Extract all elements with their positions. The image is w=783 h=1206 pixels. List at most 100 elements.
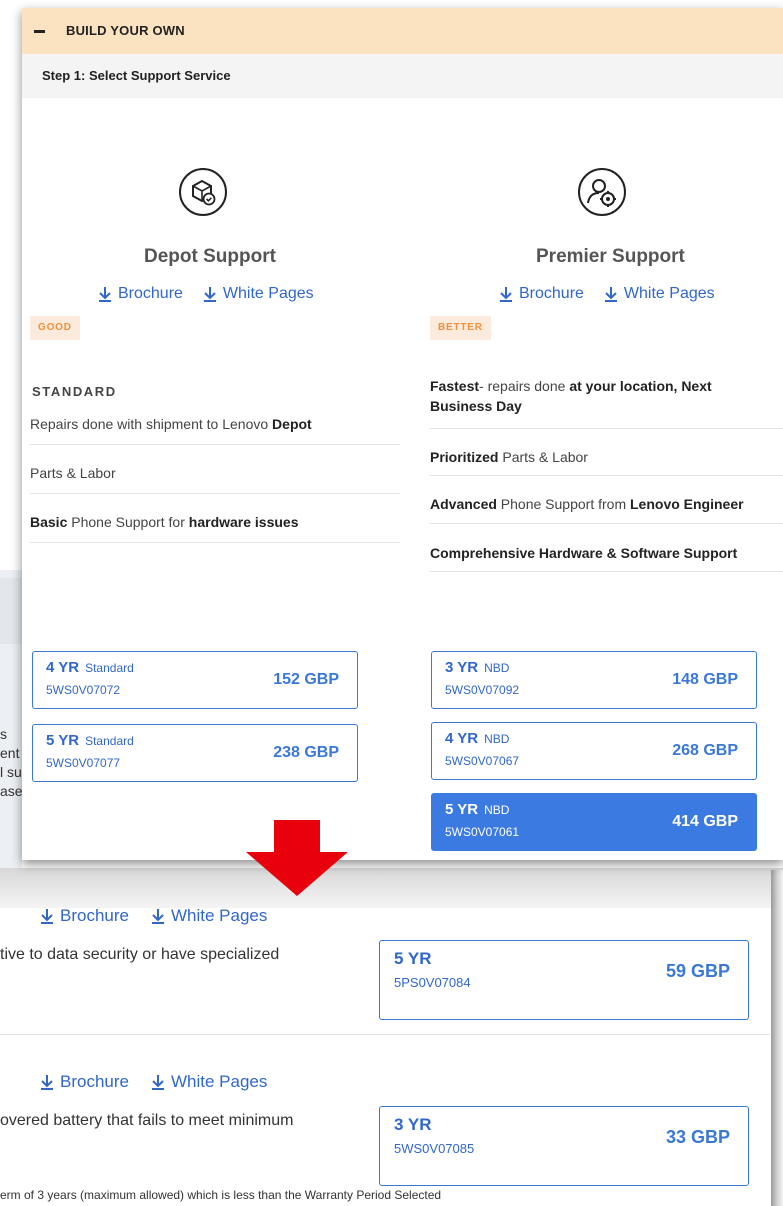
download-icon: [41, 909, 53, 924]
feature-bold: Basic: [30, 514, 68, 530]
tier-badge-better: BETTER: [430, 316, 491, 340]
background-text-fragment: ent: [0, 745, 20, 761]
premier-support-links: Brochure White Pages: [499, 285, 715, 303]
option-years: 4 YR NBD: [445, 730, 510, 747]
premier-feature: Prioritized Parts & Labor: [430, 449, 588, 465]
feature-divider: [430, 428, 783, 429]
step-bar: Step 1: Select Support Service: [22, 54, 783, 98]
option-years: 3 YR: [394, 1115, 432, 1134]
section-1-option-card[interactable]: 5 YR 5PS0V07084 59 GBP: [379, 940, 749, 1020]
option-part-number: 5PS0V07084: [394, 975, 471, 990]
step-label: Step 1: Select Support Service: [42, 68, 231, 83]
feature-bold: Depot: [272, 416, 312, 432]
person-gear-icon: [578, 168, 626, 216]
option-part-number: 5WS0V07072: [46, 683, 121, 697]
option-kind: NBD: [484, 661, 510, 675]
download-icon: [500, 287, 512, 302]
premier-option-3yr[interactable]: 3 YR NBD 5WS0V07092 148 GBP: [431, 651, 757, 709]
feature-divider: [30, 542, 400, 543]
premier-feature: Fastest- repairs done at your location, …: [430, 376, 770, 416]
white-pages-link-label: White Pages: [170, 906, 268, 925]
feature-bold: hardware issues: [188, 514, 299, 530]
depot-support-title: Depot Support: [144, 246, 276, 267]
background-scrollbar[interactable]: [771, 870, 783, 1206]
brochure-link-label: Brochure: [118, 285, 183, 302]
section-2-links: Brochure White Pages: [40, 1072, 267, 1092]
feature-text: - repairs done: [479, 378, 570, 394]
feature-bold: Fastest: [430, 378, 480, 394]
white-pages-link[interactable]: White Pages: [203, 285, 314, 303]
feature-text: Parts & Labor: [30, 465, 116, 481]
brochure-link[interactable]: Brochure: [40, 1072, 129, 1092]
white-pages-link[interactable]: White Pages: [151, 1072, 267, 1092]
option-price: 33 GBP: [665, 1127, 730, 1147]
option-years: 5 YR: [394, 949, 432, 968]
section-1-links: Brochure White Pages: [40, 906, 267, 926]
feature-bold: Prioritized: [430, 449, 499, 465]
brochure-link-label: Brochure: [60, 906, 129, 925]
background-text-fragment: ase: [0, 783, 22, 799]
download-icon: [203, 287, 216, 302]
build-your-own-panel: BUILD YOUR OWN Step 1: Select Support Se…: [22, 8, 783, 860]
background-section-divider: [0, 868, 783, 908]
depot-feature: Parts & Labor: [30, 465, 116, 481]
tier-badge-good: GOOD: [30, 316, 80, 340]
option-years: 5 YR NBD: [445, 801, 510, 818]
white-pages-link-label: White Pages: [170, 1072, 268, 1091]
red-down-arrow-icon: [246, 820, 348, 896]
depot-feature: Basic Phone Support for hardware issues: [30, 514, 299, 530]
collapse-icon[interactable]: [34, 30, 45, 33]
premier-option-5yr-selected[interactable]: 5 YR NBD 5WS0V07061 414 GBP: [431, 793, 757, 851]
depot-support-links: Brochure White Pages: [98, 285, 314, 303]
premier-option-4yr[interactable]: 4 YR NBD 5WS0V07067 268 GBP: [431, 722, 757, 780]
feature-divider: [430, 475, 783, 476]
option-kind: Standard: [85, 661, 134, 675]
premier-support-title: Premier Support: [536, 246, 685, 267]
feature-divider: [30, 493, 400, 494]
brochure-link-label: Brochure: [60, 1072, 129, 1091]
option-kind: NBD: [484, 732, 510, 746]
download-icon: [151, 1075, 164, 1090]
feature-divider: [430, 523, 783, 524]
feature-text: Phone Support from: [496, 496, 630, 512]
option-years: 5 YR Standard: [46, 732, 134, 749]
section-separator: [0, 1034, 770, 1035]
accordion-title: BUILD YOUR OWN: [66, 23, 185, 38]
brochure-link[interactable]: Brochure: [98, 285, 183, 303]
section-2-option-card[interactable]: 3 YR 5WS0V07085 33 GBP: [379, 1106, 749, 1186]
feature-bold: Lenovo Engineer: [630, 496, 744, 512]
feature-text: Parts & Labor: [498, 449, 588, 465]
depot-option-5yr[interactable]: 5 YR Standard 5WS0V07077 238 GBP: [32, 724, 358, 782]
white-pages-link-label: White Pages: [222, 285, 314, 302]
download-icon: [151, 909, 164, 924]
accordion-header[interactable]: BUILD YOUR OWN: [22, 8, 783, 54]
white-pages-link[interactable]: White Pages: [151, 906, 267, 926]
option-kind: NBD: [484, 803, 510, 817]
background-left-band: [0, 578, 22, 644]
depot-heading: STANDARD: [32, 384, 117, 399]
option-price: 238 GBP: [273, 744, 339, 761]
brochure-link[interactable]: Brochure: [499, 285, 584, 303]
box-check-icon: [179, 168, 227, 216]
option-price: 152 GBP: [273, 671, 339, 688]
download-icon: [604, 287, 617, 302]
white-pages-link-label: White Pages: [623, 285, 715, 302]
white-pages-link[interactable]: White Pages: [604, 285, 715, 303]
premier-feature: Comprehensive Hardware & Software Suppor…: [430, 545, 737, 561]
section-2-description: overed battery that fails to meet minimu…: [0, 1112, 294, 1129]
depot-option-4yr[interactable]: 4 YR Standard 5WS0V07072 152 GBP: [32, 651, 358, 709]
background-text-fragment: l su: [0, 764, 22, 780]
feature-bold: Advanced: [430, 496, 497, 512]
option-part-number: 5WS0V07092: [445, 683, 520, 697]
option-years: 3 YR NBD: [445, 659, 510, 676]
depot-feature: Repairs done with shipment to Lenovo Dep…: [30, 416, 312, 432]
download-icon: [99, 287, 111, 302]
feature-text: Repairs done with shipment to Lenovo: [30, 416, 273, 432]
option-price: 59 GBP: [665, 961, 730, 981]
brochure-link-label: Brochure: [519, 285, 584, 302]
option-years: 4 YR Standard: [46, 659, 134, 676]
brochure-link[interactable]: Brochure: [40, 906, 129, 926]
option-price: 414 GBP: [672, 813, 738, 830]
option-part-number: 5WS0V07067: [445, 754, 520, 768]
feature-divider: [430, 571, 783, 572]
